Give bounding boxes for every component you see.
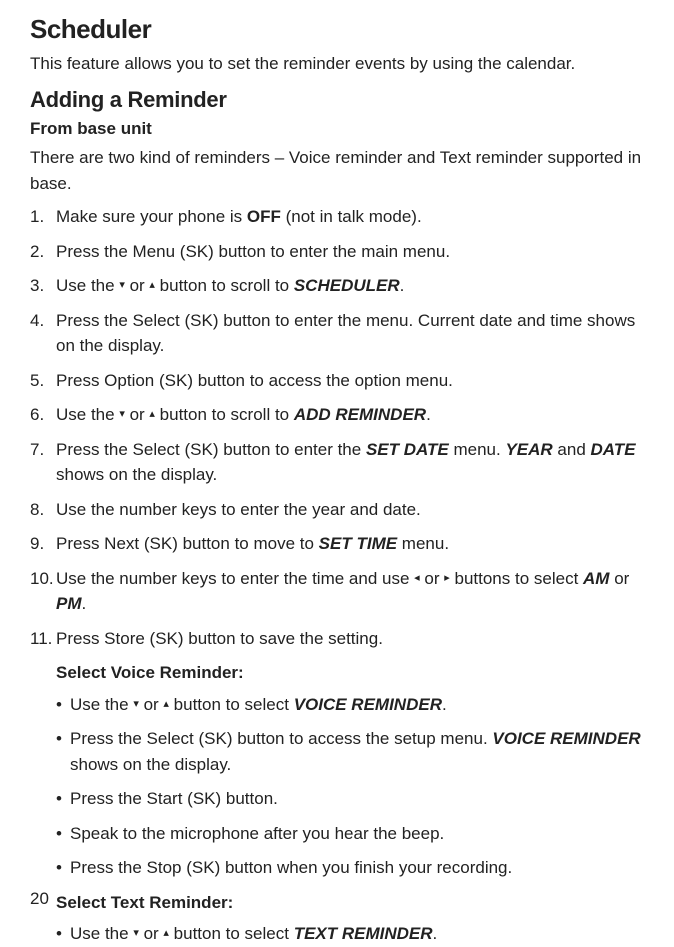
emphasis-text: PM	[56, 594, 82, 613]
step-item: Press the Menu (SK) button to enter the …	[30, 239, 644, 265]
sub-title: From base unit	[30, 116, 644, 142]
down-arrow-icon: ▾	[119, 277, 125, 294]
emphasis-text: SCHEDULER	[294, 276, 400, 295]
voice-heading: Select Voice Reminder:	[30, 660, 644, 686]
down-arrow-icon: ▾	[133, 696, 139, 713]
item-text: button to select	[169, 695, 294, 714]
list-item: Press the Stop (SK) button when you fini…	[56, 855, 644, 881]
down-arrow-icon: ▾	[119, 406, 125, 423]
step-item: Press the Select (SK) button to enter th…	[30, 437, 644, 488]
step-text: Press the Select (SK) button to enter th…	[56, 440, 366, 459]
step-item: Use the ▾ or ▴ button to scroll to ADD R…	[30, 402, 644, 428]
emphasis-text: YEAR	[505, 440, 552, 459]
item-text: .	[442, 695, 447, 714]
step-text: Use the number keys to enter the time an…	[56, 569, 414, 588]
up-arrow-icon: ▴	[149, 406, 155, 423]
emphasis-text: VOICE REMINDER	[492, 729, 640, 748]
step-text: or	[125, 276, 150, 295]
item-text: or	[139, 924, 164, 943]
section-title: Adding a Reminder	[30, 83, 644, 116]
step-text: Use the number keys to enter the year an…	[56, 500, 421, 519]
page-number: 20	[30, 886, 49, 912]
item-text: Press the Start (SK) button.	[70, 789, 278, 808]
voice-list: Use the ▾ or ▴ button to select VOICE RE…	[30, 692, 644, 881]
step-text: button to scroll to	[155, 405, 294, 424]
step-text: Press the Select (SK) button to enter th…	[56, 311, 635, 356]
step-text: (not in talk mode).	[281, 207, 422, 226]
step-text: Use the	[56, 405, 119, 424]
step-text: Press the Menu (SK) button to enter the …	[56, 242, 450, 261]
item-text: Press the Stop (SK) button when you fini…	[70, 858, 512, 877]
paragraph: There are two kind of reminders – Voice …	[30, 145, 644, 196]
step-text: or	[420, 569, 445, 588]
item-text: button to select	[169, 924, 294, 943]
step-item: Make sure your phone is OFF (not in talk…	[30, 204, 644, 230]
list-item: Press the Start (SK) button.	[56, 786, 644, 812]
up-arrow-icon: ▴	[163, 696, 169, 713]
right-arrow-icon: ▸	[444, 570, 450, 587]
up-arrow-icon: ▴	[163, 925, 169, 942]
down-arrow-icon: ▾	[133, 925, 139, 942]
step-text: Press Store (SK) button to save the sett…	[56, 629, 383, 648]
step-item: Press Option (SK) button to access the o…	[30, 368, 644, 394]
item-text: or	[139, 695, 164, 714]
item-text: Press the Select (SK) button to access t…	[70, 729, 492, 748]
step-text: Make sure your phone is	[56, 207, 247, 226]
step-item: Press Store (SK) button to save the sett…	[30, 626, 644, 652]
step-item: Press the Select (SK) button to enter th…	[30, 308, 644, 359]
step-item: Press Next (SK) button to move to SET TI…	[30, 531, 644, 557]
emphasis-text: TEXT REMINDER	[294, 924, 433, 943]
emphasis-text: VOICE REMINDER	[294, 695, 442, 714]
step-text: .	[82, 594, 87, 613]
text-list: Use the ▾ or ▴ button to select TEXT REM…	[30, 921, 644, 947]
item-text: Use the	[70, 695, 133, 714]
step-item: Use the number keys to enter the year an…	[30, 497, 644, 523]
step-item: Use the ▾ or ▴ button to scroll to SCHED…	[30, 273, 644, 299]
step-text: .	[426, 405, 431, 424]
step-text: and	[553, 440, 591, 459]
step-text: Press Option (SK) button to access the o…	[56, 371, 453, 390]
list-item: Press the Select (SK) button to access t…	[56, 726, 644, 777]
step-text: menu.	[449, 440, 506, 459]
step-list: Make sure your phone is OFF (not in talk…	[30, 204, 644, 651]
emphasis-text: SET DATE	[366, 440, 449, 459]
text-heading: Select Text Reminder:	[30, 890, 644, 916]
intro-text: This feature allows you to set the remin…	[30, 51, 644, 77]
item-text: .	[433, 924, 438, 943]
item-text: shows on the display.	[70, 755, 231, 774]
step-text: or	[609, 569, 629, 588]
list-item: Use the ▾ or ▴ button to select TEXT REM…	[56, 921, 644, 947]
up-arrow-icon: ▴	[149, 277, 155, 294]
step-text: menu.	[397, 534, 449, 553]
left-arrow-icon: ◂	[414, 570, 420, 587]
emphasis-text: DATE	[591, 440, 636, 459]
step-text: or	[125, 405, 150, 424]
emphasis-text: AM	[583, 569, 609, 588]
item-text: Speak to the microphone after you hear t…	[70, 824, 444, 843]
emphasis-text: ADD REMINDER	[294, 405, 426, 424]
step-text: Press Next (SK) button to move to	[56, 534, 319, 553]
page-title: Scheduler	[30, 10, 644, 49]
list-item: Speak to the microphone after you hear t…	[56, 821, 644, 847]
step-text: shows on the display.	[56, 465, 217, 484]
step-text: .	[400, 276, 405, 295]
list-item: Use the ▾ or ▴ button to select VOICE RE…	[56, 692, 644, 718]
item-text: Use the	[70, 924, 133, 943]
step-text: buttons to select	[450, 569, 583, 588]
step-text: Use the	[56, 276, 119, 295]
strong-text: OFF	[247, 207, 281, 226]
emphasis-text: SET TIME	[319, 534, 397, 553]
step-text: button to scroll to	[155, 276, 294, 295]
step-item: Use the number keys to enter the time an…	[30, 566, 644, 617]
